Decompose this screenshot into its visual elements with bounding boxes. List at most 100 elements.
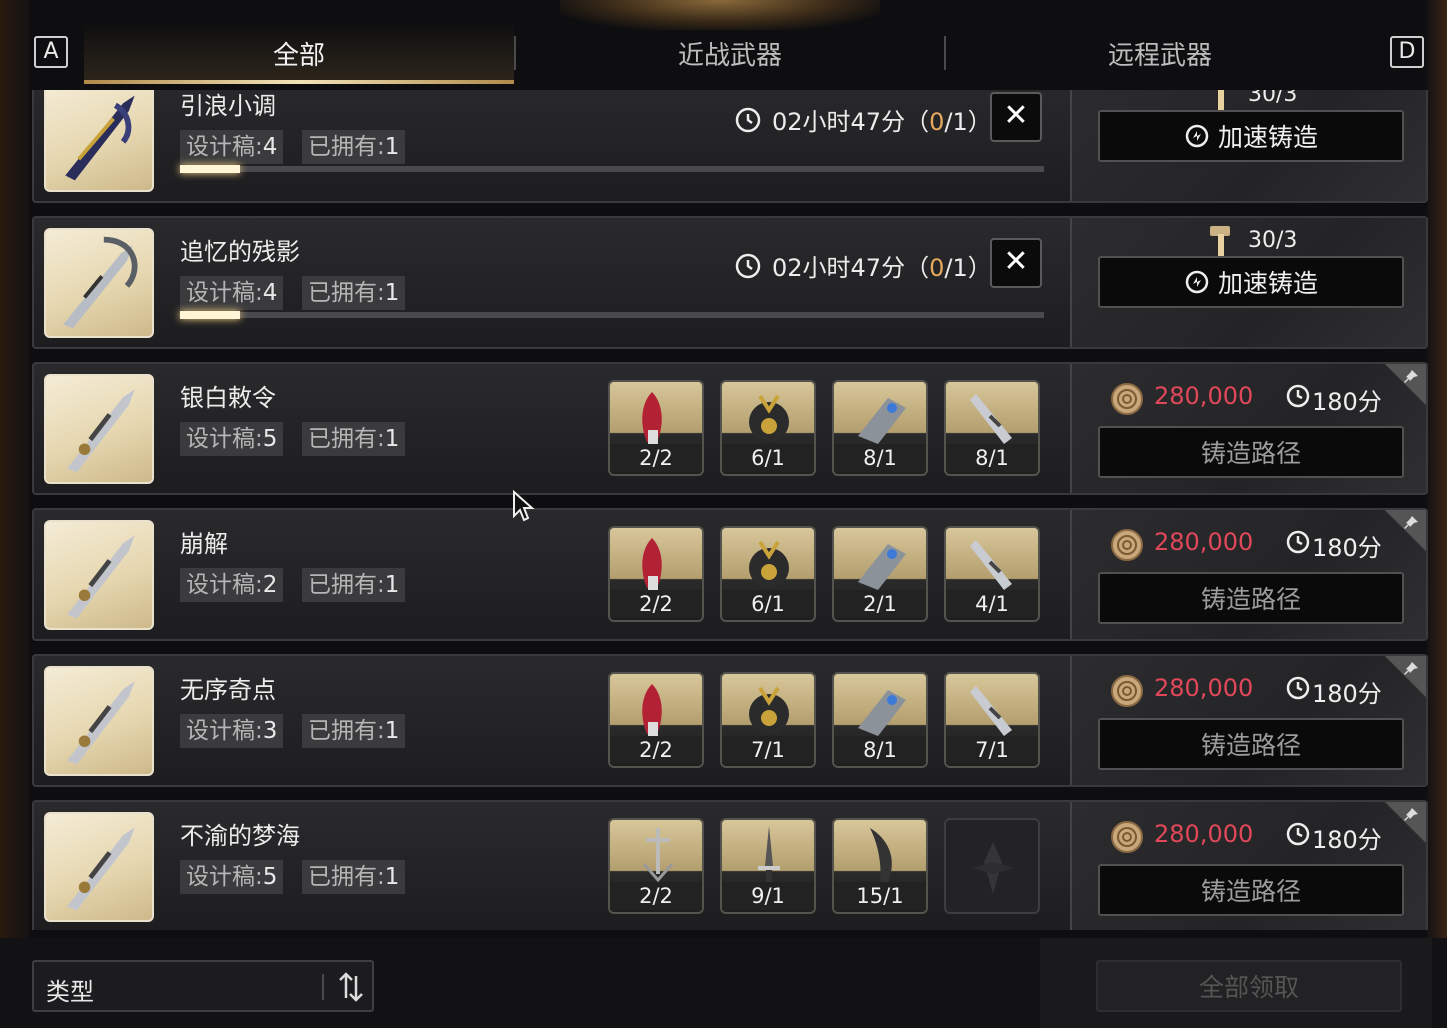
material-count: 6/1: [722, 590, 814, 618]
forge-progress-fill: [180, 311, 241, 319]
design-count: 设计稿:5: [180, 422, 284, 456]
recipe-card[interactable]: 崩解 设计稿:2 已拥有:1 2/2 6/1 2/1 4/1 280,000 180分…: [32, 508, 1428, 641]
type-filter-divider: [322, 974, 324, 1000]
weapon-thumbnail: [44, 812, 154, 922]
tab-melee-label: 近战武器: [677, 40, 782, 71]
material-count: 2/1: [834, 590, 926, 618]
design-count: 设计稿:4: [180, 130, 284, 164]
forge-path-button[interactable]: 铸造路径: [1098, 718, 1404, 770]
tab-ranged-weapons[interactable]: 远程武器: [946, 22, 1374, 84]
forge-cost: 280,000: [1154, 820, 1254, 848]
material-count: 7/1: [722, 736, 814, 764]
forge-cost-panel: 280,000 180分 铸造路径: [1070, 510, 1426, 639]
material-icon: [970, 686, 1012, 736]
material-icon: [858, 690, 906, 736]
material-slots: 2/2 6/1 8/1 8/1: [608, 380, 1040, 478]
tab-all-label: 全部: [272, 40, 325, 71]
material-slot[interactable]: 6/1: [720, 380, 816, 476]
cancel-forge-button[interactable]: ✕: [990, 92, 1042, 142]
forge-cost: 280,000: [1154, 674, 1254, 702]
material-slot[interactable]: 2/2: [608, 526, 704, 622]
recipe-card[interactable]: 银白敕令 设计稿:5 已拥有:1 2/2 6/1 8/1 8/1 280,000 18…: [32, 362, 1428, 495]
material-icon: [870, 828, 892, 882]
forge-weapon-list[interactable]: 引浪小调 设计稿:4 已拥有:1 02小时47分（0/1） ✕ 30/3 加速铸…: [32, 90, 1428, 930]
forging-card[interactable]: 追忆的残影 设计稿:4 已拥有:1 02小时47分（0/1） ✕ 30/3 加速…: [32, 216, 1428, 349]
material-slot[interactable]: 2/2: [608, 672, 704, 768]
material-slot[interactable]: 2/1: [832, 526, 928, 622]
material-slot[interactable]: 7/1: [720, 672, 816, 768]
weapon-name: 不渝的梦海: [180, 822, 300, 850]
weapon-thumbnail: [44, 666, 154, 776]
tab-melee-weapons[interactable]: 近战武器: [516, 22, 944, 84]
material-slot[interactable]: 15/1: [832, 818, 928, 914]
forge-cost: 280,000: [1154, 382, 1254, 410]
material-slots: 2/2 6/1 2/1 4/1: [608, 526, 1040, 624]
recipe-card[interactable]: 无序奇点 设计稿:3 已拥有:1 2/2 7/1 8/1 7/1 280,000 18…: [32, 654, 1428, 787]
forging-card[interactable]: 引浪小调 设计稿:4 已拥有:1 02小时47分（0/1） ✕ 30/3 加速铸…: [32, 90, 1428, 203]
weapon-name: 追忆的残影: [180, 238, 300, 266]
coin-icon: [1111, 821, 1143, 853]
owned-count: 已拥有:1: [302, 422, 406, 456]
forge-path-button[interactable]: 铸造路径: [1098, 572, 1404, 624]
material-count: 8/1: [946, 444, 1038, 472]
speed-up-forge-button[interactable]: 加速铸造: [1098, 110, 1404, 162]
material-slot[interactable]: 9/1: [720, 818, 816, 914]
forge-progress-bar: [180, 165, 1044, 173]
forge-path-button[interactable]: 铸造路径: [1098, 864, 1404, 916]
weapon-thumbnail: [44, 520, 154, 630]
type-filter-dropdown[interactable]: 类型: [32, 960, 374, 1012]
cancel-forge-button[interactable]: ✕: [990, 238, 1042, 288]
recipe-card[interactable]: 不渝的梦海 设计稿:5 已拥有:1 2/2 9/1 15/1 280,000 180…: [32, 800, 1428, 930]
design-count: 设计稿:5: [180, 860, 284, 894]
material-icon: [970, 394, 1012, 444]
material-icon: [749, 394, 789, 442]
clock-icon: [1286, 822, 1310, 846]
forge-duration: 180分: [1312, 826, 1382, 854]
sort-toggle-icon[interactable]: [334, 970, 368, 1004]
material-icon: [642, 538, 662, 590]
clock-icon: [1286, 530, 1310, 554]
material-slot[interactable]: 8/1: [832, 672, 928, 768]
claim-all-button[interactable]: 全部领取: [1096, 960, 1402, 1012]
forge-progress-bar: [180, 311, 1044, 319]
owned-count: 已拥有:1: [302, 568, 406, 602]
material-slots: 2/2 7/1 8/1 7/1: [608, 672, 1040, 770]
category-tab-bar: A 全部 近战武器 远程武器 D: [30, 22, 1432, 84]
clock-icon: [1286, 384, 1310, 408]
forge-cost-panel: 280,000 180分 铸造路径: [1070, 364, 1426, 493]
hammer-icon: [1218, 90, 1224, 110]
forge-timer: 02小时47分（0/1）: [734, 248, 992, 283]
forge-cost-panel: 280,000 180分 铸造路径: [1070, 802, 1426, 930]
material-slot[interactable]: 2/2: [608, 818, 704, 914]
tab-next-key-hint[interactable]: D: [1390, 36, 1424, 68]
material-count: 2/2: [610, 444, 702, 472]
owned-count: 已拥有:1: [302, 276, 406, 310]
material-slot[interactable]: 8/1: [832, 380, 928, 476]
material-slot[interactable]: 4/1: [944, 526, 1040, 622]
forge-path-button[interactable]: 铸造路径: [1098, 426, 1404, 478]
tab-ranged-label: 远程武器: [1107, 40, 1212, 71]
hammer-icon: [1210, 226, 1230, 256]
material-slot[interactable]: 8/1: [944, 380, 1040, 476]
speed-up-forge-button[interactable]: 加速铸造: [1098, 256, 1404, 308]
material-count: 8/1: [834, 444, 926, 472]
design-count: 设计稿:4: [180, 276, 284, 310]
material-slot[interactable]: 2/2: [608, 380, 704, 476]
material-icon: [642, 684, 662, 736]
material-icon: [970, 540, 1012, 590]
owned-count: 已拥有:1: [302, 130, 406, 164]
tab-prev-key-hint[interactable]: A: [34, 36, 68, 68]
coin-icon: [1111, 383, 1143, 415]
owned-count: 已拥有:1: [302, 860, 406, 894]
forge-duration: 180分: [1312, 388, 1382, 416]
tab-all[interactable]: 全部: [84, 22, 514, 84]
material-slots: 2/2 9/1 15/1: [608, 818, 1040, 916]
forge-duration: 180分: [1312, 534, 1382, 562]
mouse-cursor-icon: [513, 490, 535, 522]
material-slot[interactable]: 6/1: [720, 526, 816, 622]
forge-cost-panel: 280,000 180分 铸造路径: [1070, 656, 1426, 785]
claim-area: 全部领取: [1040, 938, 1432, 1028]
material-count: 4/1: [946, 590, 1038, 618]
clock-icon: [735, 107, 761, 132]
material-slot[interactable]: 7/1: [944, 672, 1040, 768]
